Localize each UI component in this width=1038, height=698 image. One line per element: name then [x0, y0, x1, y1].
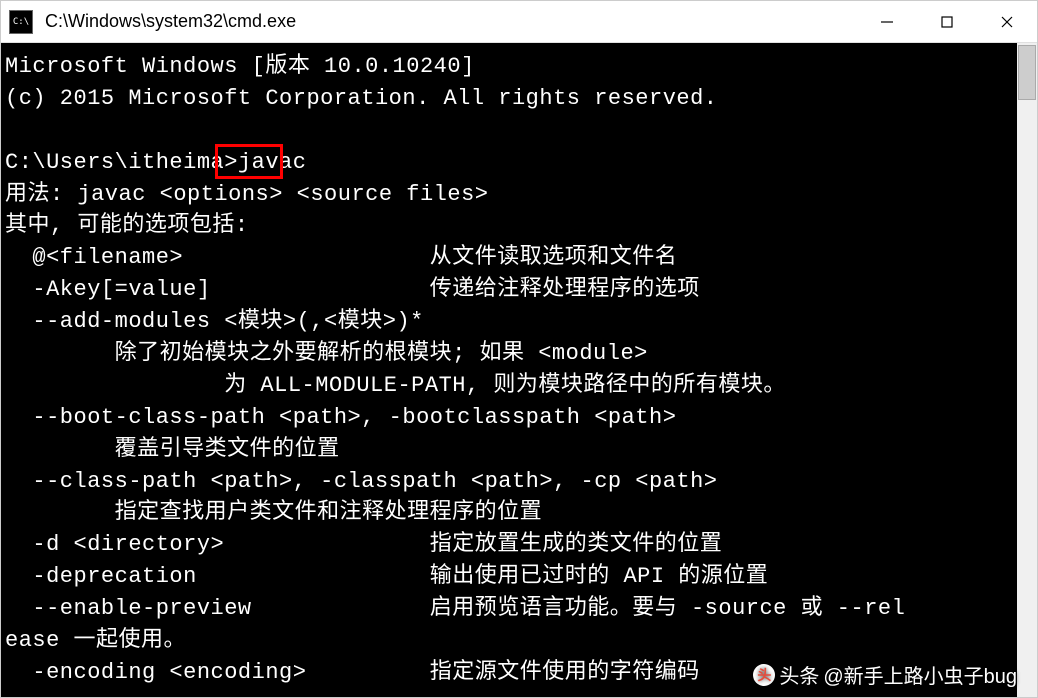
titlebar[interactable]: C:\ C:\Windows\system32\cmd.exe	[1, 1, 1037, 43]
minimize-icon	[880, 15, 894, 29]
app-icon: C:\	[9, 10, 33, 34]
window-controls	[857, 1, 1037, 42]
scrollbar-thumb[interactable]	[1018, 45, 1036, 100]
minimize-button[interactable]	[857, 1, 917, 42]
scrollbar-track[interactable]	[1017, 43, 1037, 697]
maximize-icon	[940, 15, 954, 29]
close-icon	[1000, 15, 1014, 29]
maximize-button[interactable]	[917, 1, 977, 42]
window-title: C:\Windows\system32\cmd.exe	[45, 11, 857, 32]
terminal-output: Microsoft Windows [版本 10.0.10240] (c) 20…	[1, 43, 1037, 697]
close-button[interactable]	[977, 1, 1037, 42]
window-frame: C:\ C:\Windows\system32\cmd.exe Microsof…	[0, 0, 1038, 698]
terminal-area[interactable]: Microsoft Windows [版本 10.0.10240] (c) 20…	[1, 43, 1037, 697]
